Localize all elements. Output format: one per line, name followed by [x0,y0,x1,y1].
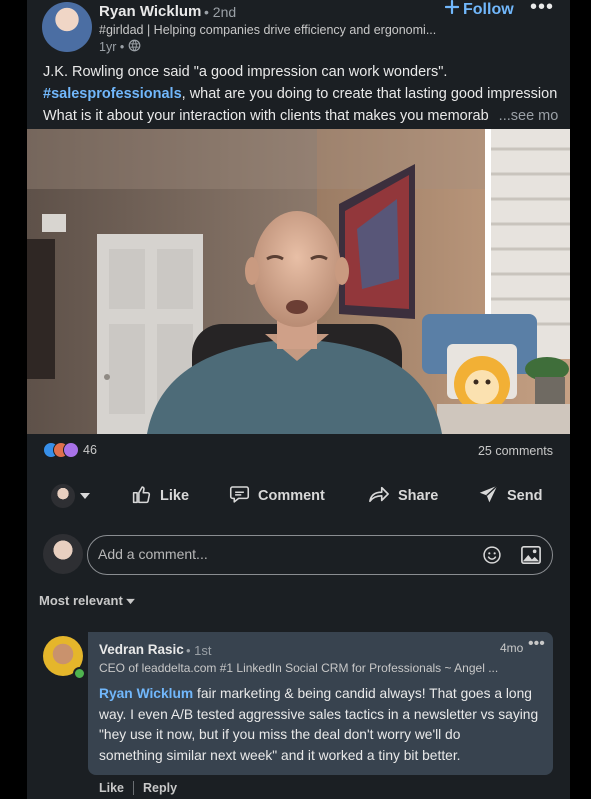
comments-count-link[interactable]: 25 comments [478,444,553,458]
paper-plane-icon [478,484,499,509]
see-more-link[interactable]: ...see more [499,108,558,124]
like-label: Like [160,488,190,504]
actor-avatar [51,484,75,508]
caret-down-icon [80,488,90,504]
comment-sort-dropdown[interactable]: Most relevant [39,593,136,608]
thumbs-up-icon [131,484,152,509]
comment-text-fragment: fair marketing & being candid always! Th… [193,686,532,701]
connection-degree: • 2nd [204,4,237,20]
comment-button[interactable]: Comment [229,478,325,514]
sort-label: Most relevant [39,593,123,608]
caret-down-icon [126,593,136,608]
share-button[interactable]: Share [368,478,438,514]
commenter-name[interactable]: Vedran Rasic [99,642,184,657]
speech-bubble-icon [229,484,250,508]
more-options-button[interactable]: ••• [530,0,554,19]
share-arrow-icon [368,484,390,508]
follow-label: Follow [463,0,514,18]
comment-text-line: "hey use it now, but if you miss the dea… [99,727,461,742]
comment-text: Ryan Wicklum fair marketing & being cand… [99,684,547,766]
author-avatar[interactable] [42,2,92,52]
comment-text-line: something similar next week" and it work… [99,747,461,763]
share-label: Share [398,488,439,504]
action-divider [133,781,135,795]
reaction-count: 46 [83,443,97,457]
send-label: Send [507,488,543,504]
add-comment-input[interactable]: Add a comment... [87,535,553,575]
comment-bubble: Vedran Rasic • 1st CEO of leaddelta.com … [88,632,553,775]
like-button[interactable]: Like [131,478,189,514]
commenter-headline: CEO of leaddelta.com #1 LinkedIn Social … [99,661,499,675]
mention-link[interactable]: Ryan Wicklum [99,686,193,701]
comment-timestamp: 4mo [500,641,524,655]
comment-placeholder: Add a comment... [98,546,208,562]
comment-label: Comment [258,488,325,504]
author-headline: #girldad | Helping companies drive effic… [99,23,437,37]
comment-more-options-button[interactable]: ••• [528,635,545,653]
commenter-degree: • 1st [186,643,212,658]
feed-post-card: Ryan Wicklum • 2nd #girldad | Helping co… [27,0,570,799]
social-actions-bar: Like Comment Share Send [27,478,570,514]
comment-text-line: way. I even A/B tested aggressive sales … [99,706,539,722]
comment-reply-button[interactable]: Reply [143,781,177,795]
comment-text-line: Ryan Wicklum fair marketing & being cand… [99,684,547,705]
post-text-line: #salesprofessionals, what are you doing … [43,83,558,105]
reactions-summary[interactable]: 46 [43,442,97,458]
post-time-text: 1yr • [99,40,125,54]
post-text-fragment: , what are you doing to create that last… [181,86,558,102]
online-status-indicator [73,667,86,680]
post-video[interactable] [27,129,570,434]
post-timestamp: 1yr • [99,39,141,55]
current-user-avatar[interactable] [43,534,83,574]
send-button[interactable]: Send [478,478,542,514]
comment-like-button[interactable]: Like [99,781,124,795]
smiley-icon[interactable] [482,545,502,570]
reaction-actor-selector[interactable] [51,478,90,514]
author-name[interactable]: Ryan Wicklum [99,3,201,20]
hashtag-link[interactable]: #salesprofessionals [43,86,182,102]
image-icon[interactable] [520,545,542,570]
comment-actions: Like Reply [99,781,177,795]
post-body-text: J.K. Rowling once said "a good impressio… [43,61,558,127]
follow-button[interactable]: Follow [444,0,514,19]
video-frame-image [27,129,570,434]
support-reaction-icon [63,442,79,458]
plus-icon [444,0,460,19]
post-text-line: What is it about your interaction with c… [43,105,558,127]
post-text-fragment: What is it about your interaction with c… [43,108,489,124]
post-text-line: J.K. Rowling once said "a good impressio… [43,64,448,80]
globe-icon [128,39,141,55]
